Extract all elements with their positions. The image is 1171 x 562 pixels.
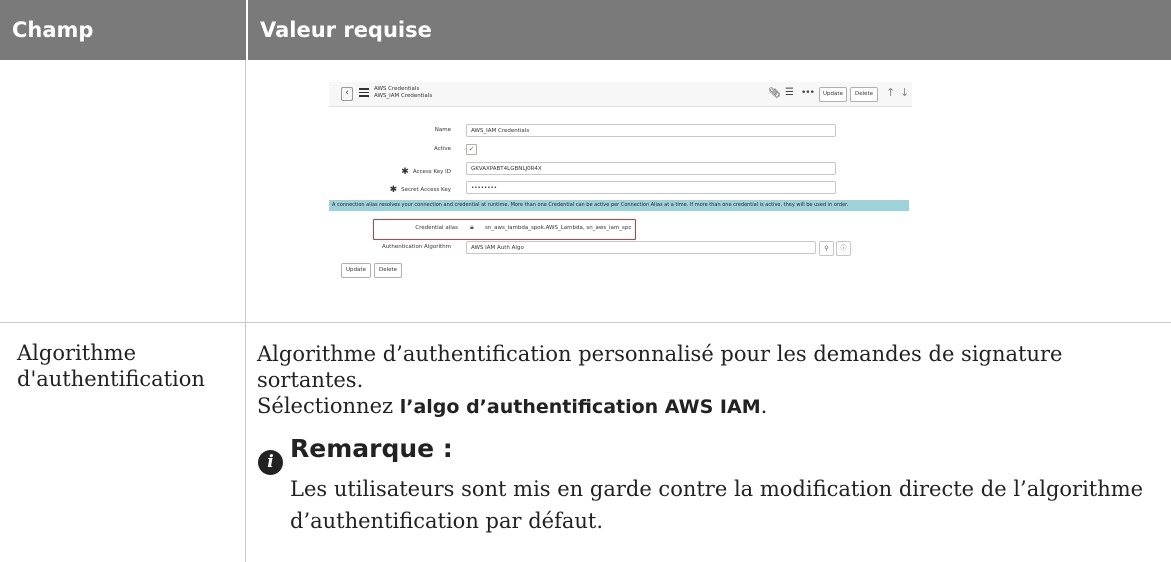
secret-key-label-text: Secret Access Key (401, 187, 451, 193)
update-button[interactable]: Update (819, 87, 847, 102)
lock-icon: 🔒︎ (470, 223, 474, 231)
secret-key-field[interactable]: •••••••• (466, 181, 836, 194)
form-header-bar: ‹ AWS Credentials AWS_IAM Credentials 📎︎… (329, 82, 912, 107)
name-label: Name (434, 127, 451, 133)
algo-field[interactable]: AWS IAM Auth Algo (466, 241, 816, 254)
alias-highlight: Credential alias 🔒︎ sn_aws_lambda_spok.A… (373, 219, 636, 240)
row-divider (0, 322, 1171, 323)
required-icon: ✱ (401, 167, 409, 177)
required-icon: ✱ (389, 185, 398, 195)
header-field: Champ (0, 0, 246, 60)
name-field[interactable]: AWS_IAM Credentials (466, 124, 836, 137)
arrow-down-icon[interactable]: ↓ (900, 86, 909, 99)
more-icon[interactable]: ••• (801, 88, 815, 98)
form-title-line1: AWS Credentials (374, 86, 420, 92)
paperclip-icon[interactable]: 📎︎ (768, 88, 781, 99)
alias-label: Credential alias (415, 225, 458, 231)
header-value: Valeur requise (246, 0, 1171, 60)
secret-key-label: ✱ Secret Access Key (331, 184, 451, 195)
algorithm-description: Algorithme d’authentification personnali… (257, 341, 1167, 420)
bottom-update-button[interactable]: Update (341, 263, 371, 278)
column-divider (245, 60, 246, 562)
field-name-algorithm: Algorithme d'authentification (17, 341, 205, 391)
access-key-label-text: Access Key ID (412, 169, 451, 175)
back-icon[interactable]: ‹ (341, 87, 353, 101)
embedded-screenshot: ‹ AWS Credentials AWS_IAM Credentials 📎︎… (329, 82, 912, 290)
search-icon[interactable]: ⚲ (819, 241, 834, 256)
active-label: Active (433, 146, 451, 152)
info-icon: i (258, 450, 283, 475)
form-title-line2: AWS_IAM Credentials (374, 93, 433, 99)
access-key-label: ✱ Access Key ID (331, 166, 451, 177)
alias-field[interactable]: sn_aws_lambda_spok.AWS_Lambda, sn_aws_ia… (481, 222, 631, 235)
access-key-field[interactable]: GKVAXPABT4LGBNLJ0R4X (466, 162, 836, 175)
form-title: AWS Credentials AWS_IAM Credentials (374, 86, 432, 100)
checkmark-icon: ✓ (468, 145, 475, 153)
active-checkbox[interactable]: ✓ (466, 144, 477, 155)
sliders-icon[interactable]: ☰ (785, 87, 794, 98)
note-body: Les utilisateurs sont mis en garde contr… (290, 477, 1144, 533)
info-message: A connection alias resolves your connect… (329, 200, 909, 211)
delete-button[interactable]: Delete (850, 87, 878, 102)
description-line1: Algorithme d’authentification personnali… (257, 342, 1063, 392)
menu-icon[interactable] (359, 88, 369, 97)
description-suffix: . (760, 394, 768, 418)
bottom-delete-button[interactable]: Delete (374, 263, 402, 278)
algo-label: Authentication Algorithm (381, 244, 451, 250)
info-icon[interactable]: ⓘ (836, 241, 851, 256)
arrow-up-icon[interactable]: ↑ (886, 86, 895, 99)
description-prefix: Sélectionnez (257, 394, 400, 418)
description-bold: l’algo d’authentification AWS IAM (399, 396, 761, 418)
note-title: Remarque : (290, 434, 453, 463)
description-line2: Sélectionnez l’algo d’authentification A… (257, 393, 1167, 420)
